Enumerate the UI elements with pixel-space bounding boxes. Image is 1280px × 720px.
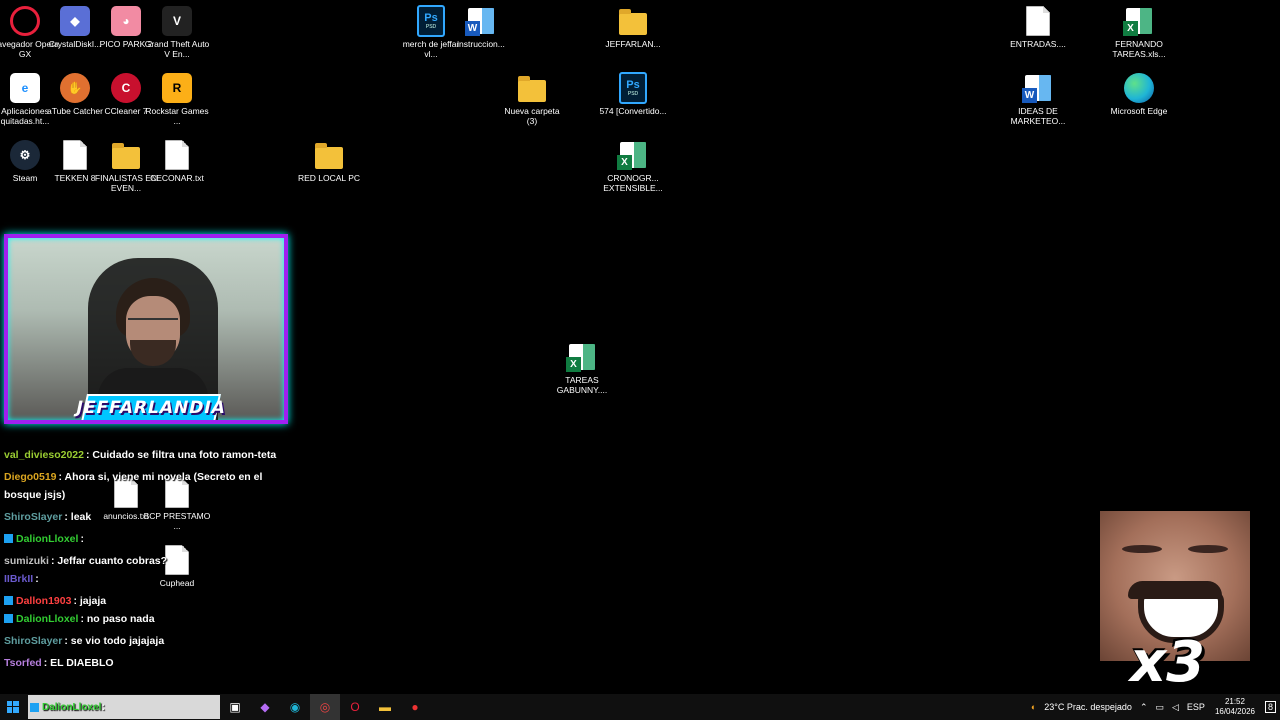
edge-icon: ◉ [289,700,301,714]
folder-icon [110,139,142,171]
desktop-icon[interactable]: Microsoft Edge [1105,72,1173,116]
meme-multiplier: x3 [1130,630,1206,695]
network-icon[interactable]: ▭ [1155,702,1164,713]
taskbar: DalionLloxel: ▣ ◆ ◉ ◎ O ▬ ● ◐ 23°C Prac.… [0,694,1280,720]
webcam-overlay: JEFFARLANDIA [4,234,288,424]
desktop-icon-label: Grand Theft Auto V En... [144,39,210,59]
chat-message: sumizuki: Jeffar cuanto cobras? [4,555,168,567]
desktop-icon[interactable]: R Rockstar Games ... [143,72,211,126]
desktop-icon[interactable]: CECONAR.txt [143,139,211,183]
windows-icon [7,701,19,713]
desktop-icon-label: CECONAR.txt [150,173,204,183]
folder-icon [617,5,649,37]
desktop-icon[interactable]: ENTRADAS.... [1004,5,1072,49]
document-icon [161,139,193,171]
chat-message: DalionLloxel: [4,530,294,548]
desktop-icon-label: Nueva carpeta (3) [504,106,560,126]
chat-message: ShiroSlayer: se vio todo jajajaja [4,635,165,647]
desktop-icon-label: IDEAS DE MARKETEO... [1010,106,1066,126]
taskbar-obs[interactable]: ● [400,694,430,720]
desktop-icon[interactable]: V Grand Theft Auto V En... [143,5,211,59]
prime-badge-icon [4,596,13,605]
stream-chat: val_divieso2022: Cuidado se filtra una f… [4,446,294,672]
desktop-icon-label: JEFFARLAN... [605,39,661,49]
desktop-icon-label: RED LOCAL PC [297,173,361,183]
desktop-icon-label: CRONOGR... EXTENSIBLE... [603,173,663,193]
desktop-icon-label: Microsoft Edge [1110,106,1168,116]
desktop-icon-label: Rockstar Games ... [145,106,209,126]
psd-icon: Ps PSD [617,72,649,104]
crystaldisk-icon: ◆ [59,5,91,37]
word-icon [1022,72,1054,104]
desktop-icon[interactable]: Nueva carpeta (3) [498,72,566,126]
desktop-icon[interactable]: Ps PSD 574 [Convertido... [599,72,667,116]
desktop-icon-label: 574 [Convertido... [599,106,667,116]
weather-icon: ◐ [1030,702,1037,712]
chrome-icon: ◎ [319,700,331,714]
chevron-up-icon[interactable]: ⌃ [1140,702,1148,713]
chat-message: ShiroSlayer: leak [4,511,92,523]
folder-icon [516,72,548,104]
excel-icon [617,139,649,171]
prime-badge-icon [4,614,13,623]
task-view-button[interactable]: ▣ [220,694,250,720]
desktop-icon[interactable]: TAREAS GABUNNY.... [548,341,616,395]
taskbar-copilot[interactable]: ◆ [250,694,280,720]
record-icon: ● [411,700,419,714]
desktop-icon-label: TAREAS GABUNNY.... [556,375,608,395]
chat-message-user: DalionLloxel [42,701,102,713]
prime-badge-icon [30,702,39,712]
clock[interactable]: 21:52 16/04/2026 [1215,697,1255,717]
gta-icon: V [161,5,193,37]
steam-icon: ⚙ [9,139,41,171]
ie-icon: e [9,72,41,104]
desktop-icon[interactable]: instruccion... [447,5,515,49]
language-indicator[interactable]: ESP [1187,702,1205,712]
prime-badge-icon [4,534,13,543]
chat-message: DalionLloxel: no paso nada [4,610,294,628]
taskbar-opera[interactable]: O [340,694,370,720]
stream-logo: JEFFARLANDIA [74,394,228,420]
start-button[interactable] [0,694,26,720]
desktop-icon[interactable]: RED LOCAL PC [295,139,363,183]
chat-message: IIBrkII: [4,573,39,585]
system-tray: ◐ 23°C Prac. despejado ⌃ ▭ ◁ ESP 21:52 1… [1027,694,1280,720]
streamer [98,278,208,420]
taskbar-explorer[interactable]: ▬ [370,694,400,720]
search-box[interactable]: DalionLloxel: [28,695,220,719]
document-icon [59,139,91,171]
desktop-icon[interactable]: FERNANDO TAREAS.xls... [1105,5,1173,59]
desktop-icon[interactable]: JEFFARLAN... [599,5,667,49]
notifications-badge[interactable]: 8 [1264,701,1276,713]
volume-icon[interactable]: ◁ [1172,702,1179,713]
ccleaner-icon: C [110,72,142,104]
chat-message: Diego0519: Ahora si, viene mi novela (Se… [4,471,263,501]
excel-icon [566,341,598,373]
chat-message: val_divieso2022: Cuidado se filtra una f… [4,449,277,461]
excel-icon [1123,5,1155,37]
taskbar-edge[interactable]: ◉ [280,694,310,720]
chat-message: Dallon1903: jajaja [4,592,294,610]
desktop-icon[interactable]: IDEAS DE MARKETEO... [1004,72,1072,126]
word-icon [465,5,497,37]
desktop-icon[interactable]: CRONOGR... EXTENSIBLE... [599,139,667,193]
copilot-icon: ◆ [260,700,270,714]
psd-icon: Ps PSD [415,5,447,37]
opera-gx-icon: O [350,700,360,714]
folder-icon [313,139,345,171]
opera-gx-icon [9,5,41,37]
desktop-icon-label: FERNANDO TAREAS.xls... [1112,39,1166,59]
chat-message: Tsorfed: EL DIAEBLO [4,657,114,669]
rockstar-icon: R [161,72,193,104]
task-view-icon: ▣ [229,700,241,714]
folder-icon: ▬ [379,700,391,714]
atube-icon: ✋ [59,72,91,104]
desktop-icon-label: ENTRADAS.... [1010,39,1066,49]
pico-park-icon: ◕ [110,5,142,37]
document-icon [1022,5,1054,37]
weather-text[interactable]: 23°C Prac. despejado [1044,702,1132,712]
desktop-icon-label: instruccion... [457,39,505,49]
edge-icon [1123,72,1155,104]
taskbar-chrome[interactable]: ◎ [310,694,340,720]
